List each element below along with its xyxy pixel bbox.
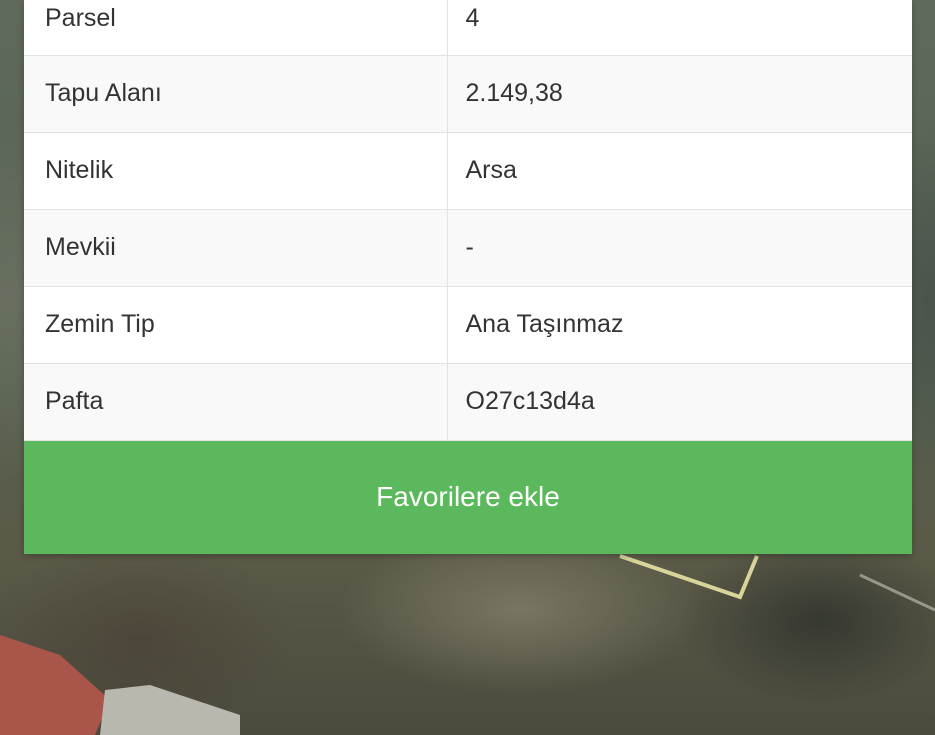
map-building <box>100 685 240 735</box>
row-label-tapu-alani: Tapu Alanı <box>24 55 448 133</box>
row-value-mevkii: - <box>447 209 912 287</box>
table-row: Tapu Alanı 2.149,38 <box>24 55 912 133</box>
map-road <box>859 573 935 612</box>
row-value-nitelik: Arsa <box>447 132 912 210</box>
parcel-info-table: Parsel 4 Tapu Alanı 2.149,38 Nitelik Ars… <box>24 0 912 441</box>
row-label-nitelik: Nitelik <box>24 132 448 210</box>
table-row: Mevkii - <box>24 209 912 287</box>
table-row: Zemin Tip Ana Taşınmaz <box>24 286 912 364</box>
parcel-info-panel: Parsel 4 Tapu Alanı 2.149,38 Nitelik Ars… <box>24 0 912 554</box>
row-value-zemin-tip: Ana Taşınmaz <box>447 286 912 364</box>
add-to-favorites-button[interactable]: Favorilere ekle <box>24 440 912 554</box>
row-label-zemin-tip: Zemin Tip <box>24 286 448 364</box>
row-label-mevkii: Mevkii <box>24 209 448 287</box>
map-rooftop <box>0 635 110 735</box>
row-value-tapu-alani: 2.149,38 <box>447 55 912 133</box>
table-row: Nitelik Arsa <box>24 132 912 210</box>
table-row: Parsel 4 <box>24 0 912 56</box>
parcel-boundary <box>619 554 759 600</box>
row-label-parsel: Parsel <box>24 0 448 56</box>
row-value-parsel: 4 <box>447 0 912 56</box>
row-label-pafta: Pafta <box>24 363 448 441</box>
table-row: Pafta O27c13d4a <box>24 363 912 441</box>
row-value-pafta: O27c13d4a <box>447 363 912 441</box>
